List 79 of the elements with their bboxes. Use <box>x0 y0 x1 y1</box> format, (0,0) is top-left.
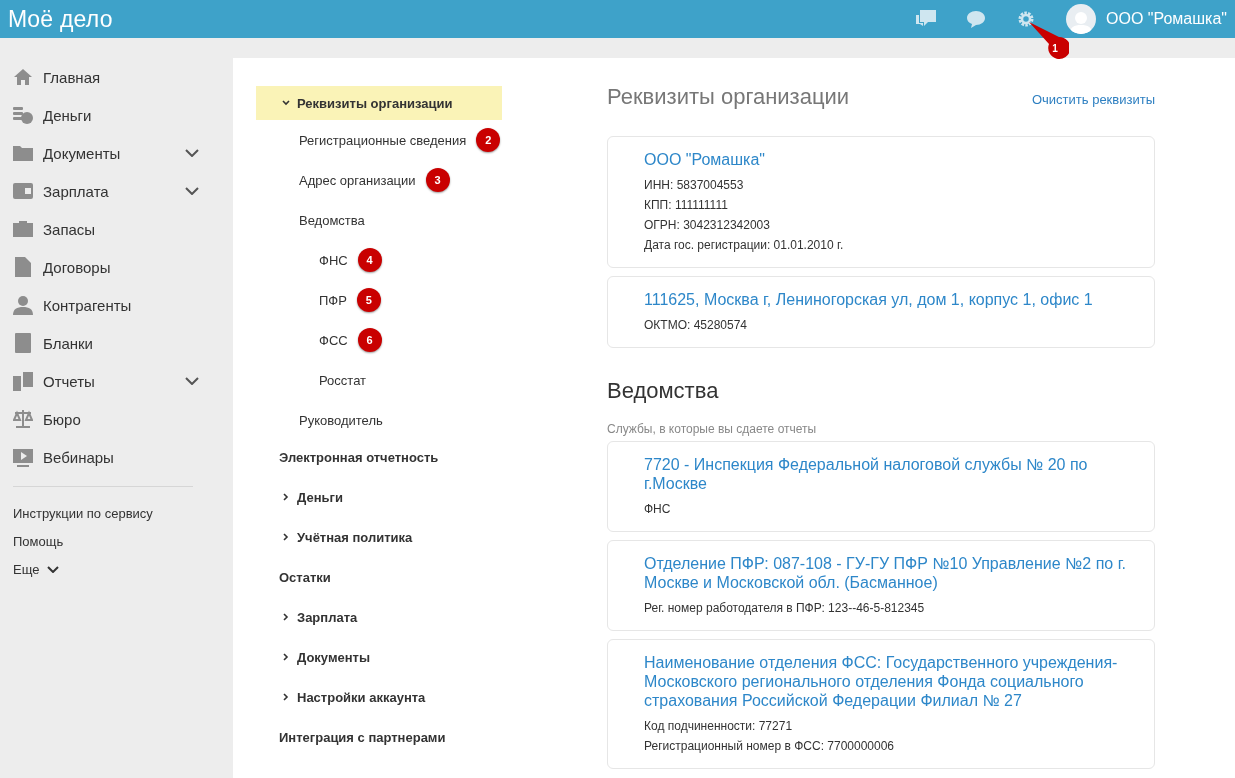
annotation-badge: 6 <box>357 328 382 352</box>
annotation-badge: 3 <box>425 168 450 192</box>
nav-section[interactable]: Остатки <box>256 560 502 594</box>
card-detail: Дата гос. регистрации: 01.01.2010 г. <box>644 237 845 254</box>
avatar-icon <box>1066 4 1096 34</box>
nav-section[interactable]: Деньги <box>256 480 502 514</box>
chevron-right-icon <box>282 653 290 661</box>
card-detail: ОКТМО: 45280574 <box>644 317 749 334</box>
sidebar-item[interactable]: Главная <box>0 58 233 96</box>
wallet-icon <box>12 180 34 202</box>
card-detail: Регистрационный номер в ФСС: 7700000006 <box>644 738 896 755</box>
card-detail: Код подчиненности: 77271 <box>644 718 794 735</box>
nav-item[interactable]: Росстат <box>256 360 502 400</box>
clear-link[interactable]: Очистить реквизиты <box>1031 92 1155 107</box>
sidebar-item[interactable]: Бланки <box>0 324 233 362</box>
nav-item[interactable]: Адрес организации 3 <box>256 160 502 200</box>
nav-section[interactable]: Документы <box>256 640 502 674</box>
scales-icon <box>12 408 34 430</box>
nav-item[interactable]: Регистрационные сведения 2 <box>256 120 502 160</box>
card-detail: ИНН: 5837004553 <box>644 177 745 194</box>
nav-item[interactable]: Ведомства <box>256 200 502 240</box>
annotation-badge: 2 <box>476 128 501 152</box>
video-icon <box>12 446 34 468</box>
briefcase-icon <box>12 218 34 240</box>
sidebar-item[interactable]: Документы <box>0 134 233 172</box>
card-title-link[interactable]: ООО "Ромашка" <box>644 150 1134 169</box>
settings-icon <box>1017 10 1035 28</box>
chat-bubbles-icon <box>915 9 937 29</box>
card-title-link[interactable]: 7720 - Инспекция Федеральной налоговой службы № 20 по г.Москве <box>644 455 1134 493</box>
clipboard-icon <box>12 332 34 354</box>
sidebar-item[interactable]: Зарплата <box>0 172 233 210</box>
page-title: Реквизиты организации <box>607 84 850 110</box>
card-title-link[interactable]: 111625, Москва г, Лениногорская ул, дом 1, корпус 1, офис 1 <box>644 290 1134 309</box>
nav-section[interactable]: Настройки аккаунта <box>256 680 502 714</box>
card-detail: ФНС <box>644 501 672 518</box>
sidebar-item[interactable]: Бюро <box>0 400 233 438</box>
nav-item[interactable]: ФНС 4 <box>256 240 502 280</box>
nav-section[interactable]: Электронная отчетность <box>256 440 502 474</box>
sidebar-item[interactable]: Вебинары <box>0 438 233 476</box>
sidebar-item[interactable]: Деньги <box>0 96 233 134</box>
nav-section[interactable]: Интеграция с партнерами <box>256 720 502 754</box>
document-icon <box>12 256 34 278</box>
nav-section[interactable]: Учётная политика <box>256 520 502 554</box>
card-title-link[interactable]: Отделение ПФР: 087-108 - ГУ-ГУ ПФР №10 Управление №2 по г. Москве и Московской обл. (Басманное) <box>644 554 1134 592</box>
card-detail: ОГРН: 3042312342003 <box>644 217 771 234</box>
sidebar-item[interactable]: Контрагенты <box>0 286 233 324</box>
nav-item[interactable]: ПФР 5 <box>256 280 502 320</box>
nav-item[interactable]: Руководитель <box>256 400 502 440</box>
chevron-right-icon <box>282 613 290 621</box>
chevron-right-icon <box>282 493 290 501</box>
annotation-badge: 4 <box>357 248 382 272</box>
sidebar-link[interactable]: Инструкции по сервису <box>0 499 233 527</box>
nav-section[interactable]: Зарплата <box>256 600 502 634</box>
sidebar-item[interactable]: Запасы <box>0 210 233 248</box>
chevron-down-icon <box>185 377 199 385</box>
card-detail: Рег. номер работодателя в ПФР: 123--46-5-812345 <box>644 600 926 617</box>
home-icon <box>12 66 34 88</box>
chevron-right-icon <box>282 693 290 701</box>
person-icon <box>12 294 34 316</box>
nav-item[interactable]: ФСС 6 <box>256 320 502 360</box>
chevron-down-icon <box>47 565 60 573</box>
sidebar-link[interactable]: Еще <box>0 555 233 583</box>
chevron-down-icon <box>282 99 290 107</box>
card-detail: КПП: 111111111 <box>644 197 729 214</box>
section-title: Ведомства <box>607 378 720 404</box>
annotation-badge: 1 <box>1029 22 1069 62</box>
card-title-link[interactable]: Наименование отделения ФСС: Государственного учреждения-Московского регионального отделения Фонда социального страхования Российской Федерации Филиал № 27 <box>644 653 1134 710</box>
chat-bubble-icon <box>966 10 986 28</box>
sidebar-link[interactable]: Помощь <box>0 527 233 555</box>
chevron-right-icon <box>282 533 290 541</box>
documents-icon <box>12 370 34 392</box>
section-subtitle: Службы, в которые вы сдаете отчеты <box>607 422 818 436</box>
sidebar-item[interactable]: Отчеты <box>0 362 233 400</box>
nav-section[interactable]: Реквизиты организации <box>256 86 502 120</box>
coins-icon <box>12 104 34 126</box>
annotation-badge: 5 <box>356 288 381 312</box>
sidebar-item[interactable]: Договоры <box>0 248 233 286</box>
chevron-down-icon <box>185 187 199 195</box>
chevron-down-icon <box>185 149 199 157</box>
